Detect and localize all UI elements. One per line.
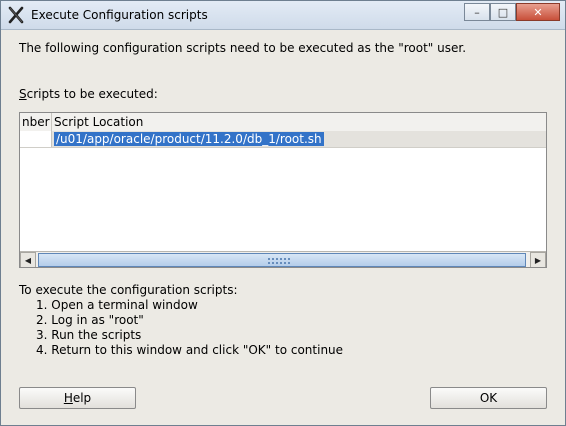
scripts-table[interactable]: nber Script Location /u01/app/oracle/pro…: [19, 112, 547, 268]
instruction-step: 1. Open a terminal window: [36, 298, 198, 312]
scripts-label-mnemonic: S: [19, 87, 27, 101]
instruction-step: 3. Run the scripts: [36, 328, 142, 342]
maximize-button[interactable]: □: [490, 3, 516, 21]
grip-icon: [267, 257, 291, 265]
horizontal-scrollbar[interactable]: ◀ ▶: [20, 251, 546, 267]
instructions-heading: To execute the configuration scripts:: [19, 283, 238, 297]
scroll-left-button[interactable]: ◀: [20, 252, 36, 267]
cell-script-location[interactable]: /u01/app/oracle/product/11.2.0/db_1/root…: [54, 132, 324, 146]
maximize-icon: □: [497, 5, 509, 19]
column-header-number[interactable]: nber: [20, 113, 52, 131]
table-row[interactable]: /u01/app/oracle/product/11.2.0/db_1/root…: [20, 131, 546, 148]
help-label-rest: elp: [72, 391, 92, 405]
window-title: Execute Configuration scripts: [31, 8, 208, 22]
window-controls: – □ ✕: [464, 3, 560, 21]
scroll-right-button[interactable]: ▶: [530, 252, 546, 267]
instruction-step: 2. Log in as "root": [36, 313, 144, 327]
minimize-button[interactable]: –: [464, 3, 490, 21]
title-bar[interactable]: Execute Configuration scripts – □ ✕: [1, 1, 565, 30]
table-header: nber Script Location: [20, 113, 546, 132]
intro-text: The following configuration scripts need…: [19, 41, 467, 55]
arrow-left-icon: ◀: [24, 255, 32, 265]
scroll-thumb[interactable]: [38, 253, 526, 267]
ok-button[interactable]: OK: [430, 387, 547, 409]
execute-config-scripts-dialog: Execute Configuration scripts – □ ✕ The …: [0, 0, 566, 426]
instruction-step: 4. Return to this window and click "OK" …: [36, 343, 344, 357]
close-icon: ✕: [533, 5, 543, 19]
dialog-content: The following configuration scripts need…: [1, 30, 565, 425]
arrow-right-icon: ▶: [534, 255, 542, 265]
scripts-label: Scripts to be executed:: [19, 87, 158, 101]
scripts-label-rest: cripts to be executed:: [26, 87, 158, 101]
minimize-icon: –: [474, 5, 480, 19]
x-logo-icon: [8, 6, 24, 24]
close-button[interactable]: ✕: [516, 3, 560, 21]
column-header-script-location[interactable]: Script Location: [52, 113, 546, 131]
help-button[interactable]: Help: [19, 387, 136, 409]
cell-number[interactable]: [20, 131, 52, 147]
help-mnemonic: H: [63, 391, 73, 405]
